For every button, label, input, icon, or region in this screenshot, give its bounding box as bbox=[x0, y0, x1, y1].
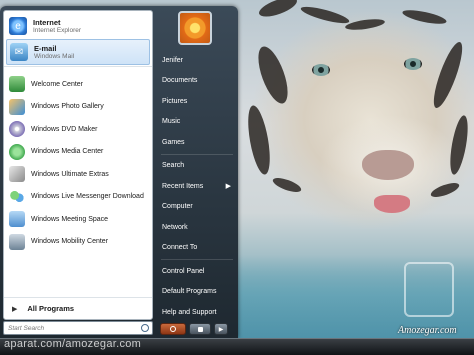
search-icon[interactable] bbox=[141, 324, 149, 332]
recent-item-media-center[interactable]: Windows Media Center bbox=[4, 141, 152, 164]
music-link[interactable]: Music bbox=[157, 112, 237, 133]
recent-items-link[interactable]: Recent Items ▶ bbox=[157, 176, 237, 197]
recent-item-label: Windows Meeting Space bbox=[31, 215, 109, 223]
user-picture[interactable] bbox=[178, 11, 212, 45]
help-support-link[interactable]: Help and Support bbox=[157, 302, 237, 323]
power-button[interactable] bbox=[160, 323, 186, 335]
recent-item-meeting-space[interactable]: Windows Meeting Space bbox=[4, 208, 152, 231]
dvd-maker-icon bbox=[9, 121, 25, 138]
pinned-item-label: Internet bbox=[33, 18, 61, 27]
connect-to-link[interactable]: Connect To bbox=[157, 238, 237, 259]
programs-pane: e Internet Internet Explorer ✉ E-mail Wi… bbox=[3, 10, 153, 320]
mobility-center-icon bbox=[9, 233, 25, 250]
pinned-item-email[interactable]: ✉ E-mail Windows Mail bbox=[6, 39, 150, 65]
lock-icon bbox=[197, 326, 203, 332]
search-link-label: Search bbox=[162, 162, 185, 170]
divider bbox=[161, 153, 233, 155]
all-programs-button[interactable]: ▶ All Programs bbox=[4, 297, 152, 319]
power-icon bbox=[170, 326, 176, 332]
pictures-link[interactable]: Pictures bbox=[157, 91, 237, 112]
pinned-programs: e Internet Internet Explorer ✉ E-mail Wi… bbox=[4, 11, 152, 67]
recent-item-dvd-maker[interactable]: Windows DVD Maker bbox=[4, 118, 152, 141]
user-folder-link[interactable]: Jenifer bbox=[157, 50, 237, 71]
recent-item-ultimate-extras[interactable]: Windows Ultimate Extras bbox=[4, 163, 152, 186]
network-link[interactable]: Network bbox=[157, 217, 237, 238]
pinned-item-sublabel: Windows Mail bbox=[34, 53, 75, 60]
recent-item-welcome-center[interactable]: Welcome Center bbox=[4, 73, 152, 96]
search-link[interactable]: Search bbox=[157, 156, 237, 177]
watermark-corner: Amozegar.com bbox=[398, 325, 457, 336]
shutdown-options-button[interactable]: ▶ bbox=[214, 323, 228, 335]
recent-item-mobility-center[interactable]: Windows Mobility Center bbox=[4, 231, 152, 254]
photo-gallery-icon bbox=[9, 98, 25, 115]
recent-item-messenger[interactable]: Windows Live Messenger Download bbox=[4, 186, 152, 209]
connect-to-label: Connect To bbox=[162, 244, 198, 252]
computer-link-label: Computer bbox=[162, 203, 193, 211]
recent-items-label: Recent Items bbox=[162, 182, 204, 190]
recent-item-label: Windows Ultimate Extras bbox=[31, 170, 109, 178]
network-link-label: Network bbox=[162, 223, 188, 231]
windows-mail-icon: ✉ bbox=[10, 43, 28, 61]
start-menu: e Internet Internet Explorer ✉ E-mail Wi… bbox=[0, 6, 238, 338]
power-controls: ▶ bbox=[157, 322, 235, 336]
games-link[interactable]: Games bbox=[157, 132, 237, 153]
recent-item-label: Welcome Center bbox=[31, 80, 84, 88]
pinned-item-sublabel: Internet Explorer bbox=[33, 27, 82, 34]
recent-item-label: Windows DVD Maker bbox=[31, 125, 98, 133]
arrow-right-icon: ▶ bbox=[12, 305, 18, 313]
recent-item-label: Windows Live Messenger Download bbox=[31, 193, 144, 201]
default-programs-link[interactable]: Default Programs bbox=[157, 282, 237, 303]
recent-item-label: Windows Photo Gallery bbox=[31, 103, 104, 111]
control-panel-link[interactable]: Control Panel bbox=[157, 261, 237, 282]
media-center-icon bbox=[9, 143, 25, 160]
meeting-space-icon bbox=[9, 211, 25, 228]
watermark-logo bbox=[404, 262, 454, 317]
recent-item-photo-gallery[interactable]: Windows Photo Gallery bbox=[4, 96, 152, 119]
divider bbox=[161, 259, 233, 260]
ultimate-extras-icon bbox=[9, 166, 25, 183]
recent-programs: Welcome Center Windows Photo Gallery Win… bbox=[4, 67, 152, 253]
computer-link[interactable]: Computer bbox=[157, 197, 237, 218]
internet-explorer-icon: e bbox=[9, 17, 27, 35]
start-search-input[interactable] bbox=[8, 324, 136, 332]
lock-button[interactable] bbox=[189, 323, 211, 335]
recent-item-label: Windows Mobility Center bbox=[31, 238, 109, 246]
chevron-right-icon: ▶ bbox=[225, 183, 231, 191]
documents-link[interactable]: Documents bbox=[157, 71, 237, 92]
welcome-center-icon bbox=[9, 76, 25, 93]
watermark-bottom: aparat.com/amozegar.com bbox=[4, 338, 142, 350]
start-search-box bbox=[3, 321, 153, 335]
recent-item-label: Windows Media Center bbox=[31, 148, 104, 156]
pinned-item-label: E-mail bbox=[34, 44, 57, 53]
all-programs-label: All Programs bbox=[27, 304, 75, 313]
messenger-icon bbox=[9, 188, 25, 205]
places-pane: Jenifer Documents Pictures Music Games S… bbox=[157, 50, 237, 323]
pinned-item-internet[interactable]: e Internet Internet Explorer bbox=[4, 13, 152, 39]
